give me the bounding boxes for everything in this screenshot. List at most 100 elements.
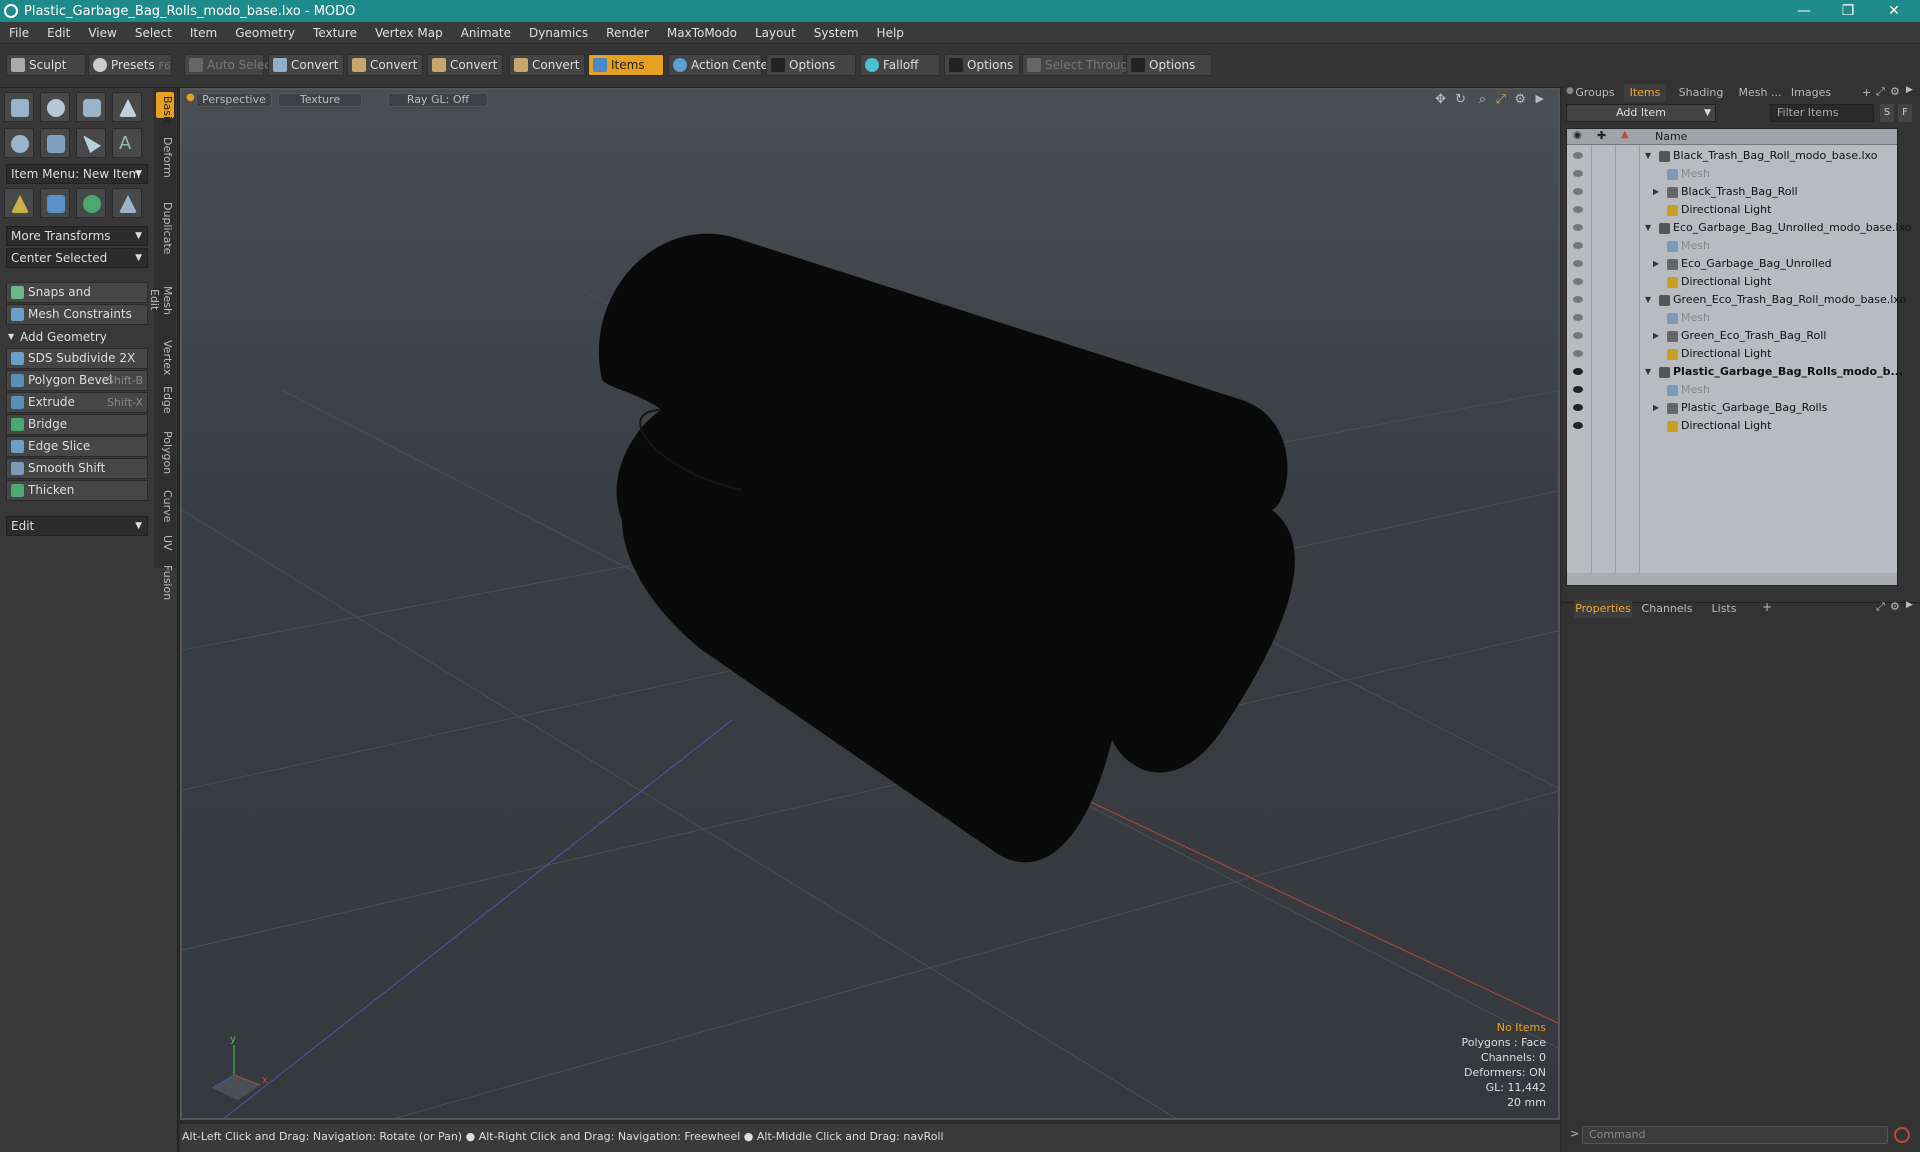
collapse-arrow-icon[interactable]: ▼: [1645, 363, 1651, 381]
tab-duplicate[interactable]: Duplicate: [156, 192, 174, 264]
menu-select[interactable]: Select: [126, 26, 181, 40]
3d-viewport[interactable]: y x ● Perspective Texture Ray GL: Off ✥ …: [180, 88, 1560, 1120]
eye-icon[interactable]: [1573, 188, 1583, 195]
eye-icon[interactable]: [1573, 260, 1583, 267]
eye-icon[interactable]: [1573, 368, 1583, 375]
outliner-row[interactable]: Directional Light: [1567, 345, 1897, 363]
torus-tool-button[interactable]: [4, 128, 34, 158]
outliner-row[interactable]: ▶ Green_Eco_Trash_Bag_Roll: [1567, 327, 1897, 345]
tab-properties[interactable]: Properties: [1574, 600, 1632, 618]
texture-shading-button[interactable]: Texture: [278, 93, 362, 107]
outliner-row[interactable]: ▶ Black_Trash_Bag_Roll: [1567, 183, 1897, 201]
add-tab-icon[interactable]: +: [1762, 600, 1772, 614]
tab-curve[interactable]: Curve: [156, 486, 174, 526]
add-tab-icon[interactable]: +: [1862, 86, 1871, 99]
transform-tool-button[interactable]: [112, 188, 142, 218]
falloff-options-button[interactable]: Options: [944, 54, 1020, 76]
eye-icon[interactable]: [1573, 296, 1583, 303]
search-s-button[interactable]: S: [1880, 104, 1894, 122]
eye-icon[interactable]: [1573, 206, 1583, 213]
eye-icon[interactable]: [1573, 314, 1583, 321]
outliner-row[interactable]: ▼ Plastic_Garbage_Bag_Rolls_modo_b...: [1567, 363, 1903, 381]
select-options-button[interactable]: Options: [1126, 54, 1212, 76]
text-tool-button[interactable]: A: [112, 128, 142, 158]
menu-geometry[interactable]: Geometry: [226, 26, 304, 40]
menu-animate[interactable]: Animate: [452, 26, 520, 40]
filter-f-button[interactable]: F: [1898, 104, 1912, 122]
sculpt-button[interactable]: Sculpt: [6, 54, 86, 76]
menu-help[interactable]: Help: [868, 26, 913, 40]
convert-item-button[interactable]: Convert: [509, 54, 585, 76]
cone-tool-button[interactable]: [112, 92, 142, 122]
tab-vertex[interactable]: Vertex: [156, 336, 174, 378]
eye-icon[interactable]: [1573, 422, 1583, 429]
expand-arrow-icon[interactable]: ▶: [1653, 183, 1659, 201]
arrow-right-icon[interactable]: ▶: [1536, 92, 1544, 105]
collapse-arrow-icon[interactable]: ▼: [1645, 291, 1651, 309]
menu-maxtomodo[interactable]: MaxToModo: [658, 26, 746, 40]
tab-channels[interactable]: Channels: [1636, 600, 1698, 618]
center-selected-dropdown[interactable]: Center Selected ▼: [6, 248, 148, 268]
record-icon[interactable]: [1894, 1127, 1910, 1143]
tab-fusion[interactable]: Fusion: [156, 560, 174, 606]
collapse-arrow-icon[interactable]: ▼: [1645, 147, 1651, 165]
mesh-constraints-button[interactable]: Mesh Constraints: [6, 304, 148, 325]
outliner-row[interactable]: Directional Light: [1567, 201, 1897, 219]
eye-icon[interactable]: [1573, 224, 1583, 231]
garbage-bag-rolls-mesh[interactable]: [598, 233, 1295, 863]
menu-view[interactable]: View: [79, 26, 125, 40]
menu-file[interactable]: File: [0, 26, 38, 40]
cylinder-tool-button[interactable]: [76, 92, 106, 122]
render-column-icon[interactable]: ▲: [1621, 129, 1629, 140]
raygl-toggle-button[interactable]: Ray GL: Off: [388, 93, 488, 107]
menu-layout[interactable]: Layout: [746, 26, 805, 40]
more-transforms-dropdown[interactable]: More Transforms ▼: [6, 226, 148, 246]
outliner-row[interactable]: Directional Light: [1567, 417, 1897, 435]
pen-tool-button[interactable]: [76, 128, 106, 158]
rotate-view-icon[interactable]: ↻: [1455, 92, 1466, 107]
bridge-button[interactable]: Bridge: [6, 414, 148, 435]
filter-items-input[interactable]: Filter Items: [1770, 104, 1874, 122]
minimize-button[interactable]: —: [1784, 0, 1824, 22]
presets-button[interactable]: Presets F6: [88, 54, 172, 76]
outliner-row[interactable]: ▼ Eco_Garbage_Bag_Unrolled_modo_base.lxo: [1567, 219, 1912, 237]
eye-icon[interactable]: [1573, 278, 1583, 285]
edit-dropdown[interactable]: Edit ▼: [6, 516, 148, 536]
gear-icon[interactable]: ⚙: [1514, 92, 1526, 107]
outliner-row[interactable]: Mesh: [1567, 309, 1897, 327]
outliner-row[interactable]: Directional Light: [1567, 273, 1897, 291]
eye-icon[interactable]: [1573, 332, 1583, 339]
eye-column-icon[interactable]: ◉: [1573, 130, 1582, 141]
zoom-icon[interactable]: ⌕: [1479, 92, 1486, 107]
gear-icon[interactable]: ⚙: [1890, 600, 1900, 613]
auto-select-button[interactable]: Auto Select: [184, 54, 276, 76]
menu-vertex-map[interactable]: Vertex Map: [366, 26, 452, 40]
outliner-row[interactable]: Mesh: [1567, 381, 1897, 399]
outliner-row[interactable]: Mesh: [1567, 165, 1897, 183]
arrow-right-icon[interactable]: ▶: [1906, 600, 1913, 610]
tab-uv[interactable]: UV: [156, 530, 174, 556]
menu-edit[interactable]: Edit: [38, 26, 79, 40]
name-column-header[interactable]: Name: [1655, 130, 1687, 143]
eye-icon[interactable]: [1573, 350, 1583, 357]
extrude-button[interactable]: Extrude Shift-X: [6, 392, 148, 413]
arrow-right-icon[interactable]: ▶: [1906, 85, 1913, 95]
smooth-shift-button[interactable]: Smooth Shift: [6, 458, 148, 479]
maximize-viewport-icon[interactable]: ⤢: [1496, 92, 1506, 107]
maximize-panel-icon[interactable]: ⤢: [1876, 600, 1885, 614]
maximize-button[interactable]: ❐: [1828, 0, 1868, 22]
menu-texture[interactable]: Texture: [304, 26, 366, 40]
viewport-menu-icon[interactable]: ●: [186, 92, 195, 103]
thicken-button[interactable]: Thicken: [6, 480, 148, 501]
rotate-tool-button[interactable]: [40, 188, 70, 218]
falloff-button[interactable]: Falloff: [860, 54, 940, 76]
tab-mesh-edit[interactable]: Mesh Edit: [148, 270, 174, 330]
edge-slice-button[interactable]: Edge Slice: [6, 436, 148, 457]
outliner-row[interactable]: ▼ Black_Trash_Bag_Roll_modo_base.lxo: [1567, 147, 1897, 165]
scale-tool-button[interactable]: [76, 188, 106, 218]
tab-shading[interactable]: Shading: [1670, 84, 1732, 102]
tab-items[interactable]: Items: [1624, 84, 1666, 102]
convert-polygon-button[interactable]: Convert: [427, 54, 503, 76]
tab-deform[interactable]: Deform: [156, 124, 174, 190]
polygon-bevel-button[interactable]: Polygon Bevel Shift-B: [6, 370, 148, 391]
